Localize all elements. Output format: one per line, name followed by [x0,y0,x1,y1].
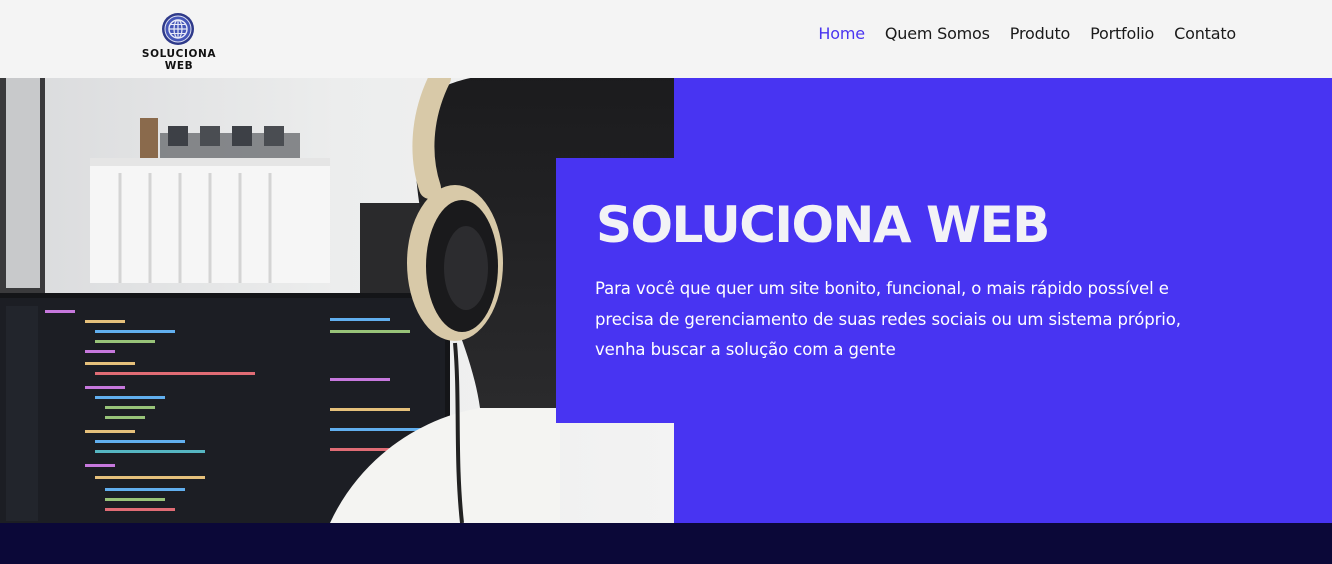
hero-description-line: venha buscar a solução com a gente [595,340,896,359]
hero-description-line: Para você que quer um site bonito, funci… [595,279,1169,298]
hero-description: Para você que quer um site bonito, funci… [595,274,1195,366]
main-nav: Home Quem Somos Produto Portfolio Contat… [818,24,1236,43]
nav-quem-somos[interactable]: Quem Somos [885,24,990,43]
next-section-band [0,523,1332,564]
navbar: SOLUCIONA WEB Home Quem Somos Produto Po… [0,0,1332,78]
nav-home[interactable]: Home [818,24,865,43]
nav-produto[interactable]: Produto [1010,24,1071,43]
hero-title: SOLUCIONA WEB [596,196,1050,254]
globe-icon [162,13,194,45]
nav-portfolio[interactable]: Portfolio [1090,24,1154,43]
brand-logo[interactable]: SOLUCIONA WEB [128,10,230,72]
brand-name: SOLUCIONA WEB [141,48,217,72]
nav-contato[interactable]: Contato [1174,24,1236,43]
hero-description-line: precisa de gerenciamento de suas redes s… [595,309,1181,329]
